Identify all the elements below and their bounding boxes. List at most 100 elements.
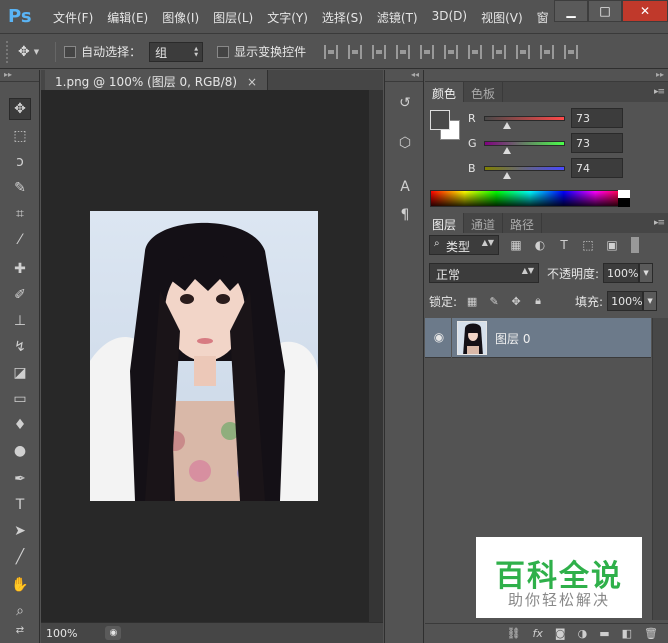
mask-icon[interactable]: ◙ [555,627,566,640]
eraser-tool-icon[interactable]: ◪ [9,362,31,384]
filter-smartobject-icon[interactable]: ▣ [605,238,619,252]
folder-icon[interactable]: ▬ [599,627,609,640]
trash-icon[interactable]: 🗑︎ [644,627,658,640]
move-tool-icon[interactable]: ✥ [9,98,31,120]
doc-info-icon[interactable]: ◉ [105,626,122,640]
filter-kind-dropdown[interactable]: ⌕ 类型 ▲▼ [429,235,499,255]
menu-filter[interactable]: 滤镜(T) [370,9,425,26]
red-slider-track[interactable] [484,116,565,121]
minidock-collapse-icon[interactable]: ◂◂ [385,70,423,82]
eye-icon[interactable]: ◉ [431,330,447,344]
paragraph-panel-icon[interactable]: ¶ [394,204,416,226]
lasso-tool-icon[interactable]: ↄ [9,151,31,173]
character-panel-icon[interactable]: A [394,176,416,198]
blue-slider-track[interactable] [484,166,565,171]
opacity-dropdown-icon[interactable]: ▼ [639,263,654,283]
pen-tool-icon[interactable]: ✒ [9,468,31,490]
color-panel-menu-icon[interactable]: ▸≡ [654,87,665,97]
menu-image[interactable]: 图像(I) [155,9,206,26]
menu-type[interactable]: 文字(Y) [260,9,315,26]
align-right-icon[interactable] [444,44,459,59]
green-value-field[interactable]: 73 [571,133,623,153]
layers-scrollbar[interactable] [652,318,668,620]
line-tool-icon[interactable]: ╱ [9,546,31,568]
opacity-field[interactable]: 100% [603,263,640,283]
black-white-swatch[interactable] [618,190,630,207]
history-brush-tool-icon[interactable]: ↯ [9,336,31,358]
brush-tool-icon[interactable]: ✐ [9,284,31,306]
align-top-icon[interactable] [324,44,339,59]
green-slider-thumb[interactable] [503,147,512,154]
tab-color[interactable]: 颜色 [425,82,465,102]
document-vertical-scrollbar[interactable] [369,90,383,622]
align-hcenter-icon[interactable] [420,44,435,59]
filter-shape-icon[interactable]: ⬚ [581,238,595,252]
3d-panel-icon[interactable]: ⬡ [394,132,416,154]
green-slider-track[interactable] [484,141,565,146]
distribute-right-icon[interactable] [564,44,579,59]
menu-view[interactable]: 视图(V) [474,9,530,26]
blue-value-field[interactable]: 74 [571,158,623,178]
filter-pixel-icon[interactable]: ▦ [509,238,523,252]
close-button[interactable]: ✕ [622,0,668,22]
auto-select-checkbox[interactable] [64,45,77,58]
layer-row[interactable]: ◉ 图层 0 [425,318,651,358]
adjustment-icon[interactable]: ◑ [578,627,588,640]
type-tool-icon[interactable]: T [9,494,31,516]
menu-select[interactable]: 选择(S) [315,9,370,26]
preset-dropdown-icon[interactable]: ▼ [34,48,39,56]
color-spectrum-bar[interactable] [430,190,630,207]
lock-pixels-icon[interactable]: ✎ [487,294,501,308]
foreground-color-swatch[interactable] [430,110,450,130]
menu-layer[interactable]: 图层(L) [206,9,260,26]
fill-field[interactable]: 100% [607,291,644,311]
lock-all-icon[interactable]: 🔒︎ [531,294,545,308]
tab-layers[interactable]: 图层 [425,213,465,233]
align-left-icon[interactable] [396,44,411,59]
blue-slider-thumb[interactable] [503,172,512,179]
lock-transparency-icon[interactable]: ▦ [465,294,479,308]
distribute-top-icon[interactable] [468,44,483,59]
maximize-button[interactable]: □ [588,0,622,22]
distribute-vcenter-icon[interactable] [492,44,507,59]
link-icon[interactable]: ⛓ [507,627,521,640]
show-transform-checkbox[interactable] [217,45,230,58]
menu-edit[interactable]: 编辑(E) [100,9,155,26]
blend-mode-dropdown[interactable]: 正常 ▲▼ [429,263,539,283]
auto-select-dropdown[interactable]: 组 [149,41,204,62]
eyedropper-tool-icon[interactable]: ⁄ [9,229,31,251]
align-vcenter-icon[interactable] [348,44,363,59]
align-bottom-icon[interactable] [372,44,387,59]
blur-tool-icon[interactable]: ♦ [9,414,31,436]
rightdock-collapse-icon[interactable]: ▸▸ [425,70,668,82]
dodge-tool-icon[interactable]: ● [9,440,31,462]
layer-name[interactable]: 图层 0 [495,330,530,347]
tab-swatches[interactable]: 色板 [464,82,504,102]
marquee-tool-icon[interactable]: ⬚ [9,125,31,147]
distribute-left-icon[interactable] [540,44,555,59]
filter-type-icon[interactable]: T [557,238,571,252]
lock-position-icon[interactable]: ✥ [509,294,523,308]
tools-collapse-icon[interactable]: ▸▸ [0,70,39,82]
path-select-tool-icon[interactable]: ➤ [9,520,31,542]
menu-file[interactable]: 文件(F) [46,9,100,26]
red-value-field[interactable]: 73 [571,108,623,128]
options-grip[interactable] [6,40,10,63]
zoom-level[interactable]: 100% [46,627,77,640]
document-tab[interactable]: 1.png @ 100% (图层 0, RGB/8) × [45,70,269,90]
clone-stamp-tool-icon[interactable]: ⊥ [9,310,31,332]
hand-tool-icon[interactable]: ✋ [9,574,31,596]
distribute-bottom-icon[interactable] [516,44,531,59]
gradient-tool-icon[interactable]: ▭ [9,388,31,410]
fill-dropdown-icon[interactable]: ▼ [643,291,658,311]
fx-icon[interactable]: fx [533,627,543,640]
menu-3d[interactable]: 3D(D) [425,9,474,26]
filter-adjustment-icon[interactable]: ◐ [533,238,547,252]
move-tool-preset-icon[interactable]: ✥ [18,44,30,60]
layers-panel-menu-icon[interactable]: ▸≡ [654,218,665,228]
swap-colors-icon[interactable]: ⇄ [9,621,31,639]
tab-channels[interactable]: 通道 [464,213,504,233]
tab-paths[interactable]: 路径 [503,213,543,233]
crop-tool-icon[interactable]: ⌗ [9,203,31,225]
zoom-tool-icon[interactable]: ⌕ [9,600,31,622]
